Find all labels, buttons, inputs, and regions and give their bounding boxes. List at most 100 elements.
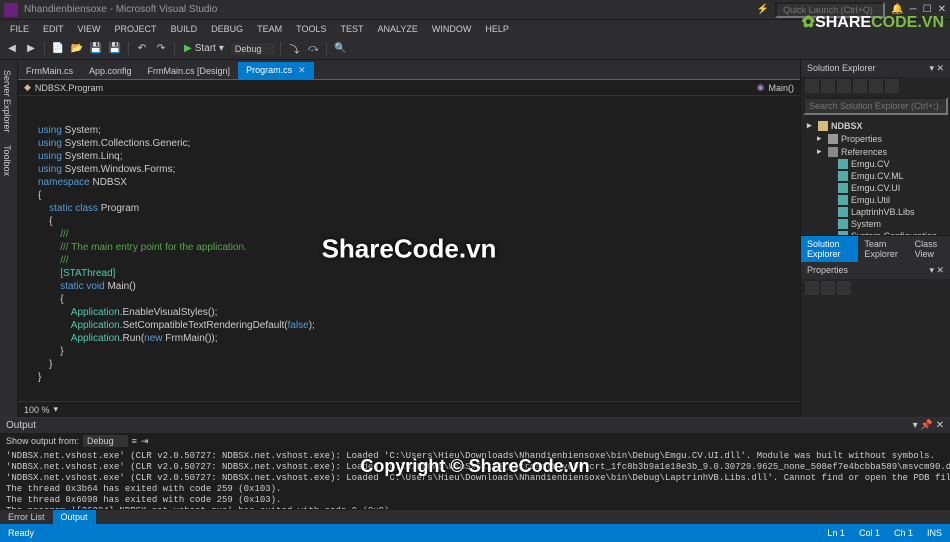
- vs-logo-icon: [4, 3, 18, 17]
- crumb-scope[interactable]: NDBSX.Program: [35, 83, 103, 93]
- crumb-member-icon: ◉: [757, 82, 765, 93]
- doc-tab[interactable]: App.config: [81, 63, 140, 79]
- toggle-wrap-icon[interactable]: ⇥: [141, 436, 149, 447]
- properties-icon[interactable]: [869, 79, 883, 93]
- output-source-combo[interactable]: Debug: [83, 435, 128, 447]
- zoom-value[interactable]: 100 %: [24, 405, 50, 415]
- redo-icon[interactable]: ↷: [153, 41, 169, 57]
- output-panel: Output ▾ 📌 ✕ Show output from: Debug ≡ ⇥…: [0, 417, 950, 509]
- doc-tab[interactable]: FrmMain.cs [Design]: [140, 63, 239, 79]
- panel-tab[interactable]: Class View: [909, 236, 950, 262]
- nav-fwd-icon[interactable]: ▶: [23, 41, 39, 57]
- zoom-bar[interactable]: 100 % ▾: [18, 401, 800, 417]
- preview-icon[interactable]: [885, 79, 899, 93]
- tree-label: Emgu.CV: [851, 159, 890, 169]
- asm-icon: [838, 219, 848, 229]
- menu-project[interactable]: PROJECT: [109, 22, 163, 36]
- menu-window[interactable]: WINDOW: [426, 22, 478, 36]
- output-body[interactable]: 'NDBSX.net.vshost.exe' (CLR v2.0.50727: …: [0, 449, 950, 509]
- status-col: Col 1: [859, 528, 880, 538]
- config-combo[interactable]: Debug: [231, 43, 276, 55]
- expand-icon[interactable]: ▸: [817, 133, 825, 144]
- menu-team[interactable]: TEAM: [251, 22, 288, 36]
- alphabetical-icon[interactable]: [821, 281, 835, 295]
- server-explorer-tab[interactable]: Server Explorer: [0, 64, 17, 139]
- step-over-icon[interactable]: ⤼: [305, 41, 321, 57]
- minimize-button[interactable]: ─: [910, 4, 917, 15]
- find-icon[interactable]: 🔍: [332, 41, 348, 57]
- expand-icon[interactable]: ▸: [807, 120, 815, 131]
- tree-node[interactable]: ▸ References: [801, 145, 950, 158]
- toolbox-tab[interactable]: Toolbox: [0, 139, 17, 182]
- open-icon[interactable]: 📂: [69, 41, 85, 57]
- menu-edit[interactable]: EDIT: [37, 22, 70, 36]
- new-project-icon[interactable]: 📄: [50, 41, 66, 57]
- panel-tab[interactable]: Team Explorer: [858, 236, 908, 262]
- solution-tree[interactable]: ▸ NDBSX▸Properties▸ References Emgu.CV Emgu.…: [801, 117, 950, 235]
- tree-label: Emgu.Util: [851, 195, 890, 205]
- menu-file[interactable]: FILE: [4, 22, 35, 36]
- bottom-tab[interactable]: Output: [53, 510, 96, 524]
- step-into-icon[interactable]: ⤵: [286, 41, 302, 57]
- events-icon[interactable]: [837, 281, 851, 295]
- solution-explorer-header: Solution Explorer ▾ ✕: [801, 60, 950, 77]
- dropdown-icon: ▾: [54, 404, 59, 415]
- left-tool-tabs: Server Explorer Toolbox: [0, 60, 18, 417]
- output-show-label: Show output from:: [6, 436, 79, 446]
- navigation-bar[interactable]: ◆ NDBSX.Program ◉ Main(): [18, 80, 800, 96]
- close-tab-icon[interactable]: ✕: [298, 65, 306, 75]
- tree-node[interactable]: LaptrinhVB.Libs: [801, 206, 950, 218]
- solution-search-input[interactable]: [803, 97, 948, 115]
- menu-debug[interactable]: DEBUG: [205, 22, 249, 36]
- start-debug-button[interactable]: ▶ Start ▾: [180, 43, 228, 54]
- toolbar: ◀ ▶ 📄 📂 💾 💾 ↶ ↷ ▶ Start ▾ Debug ⤵ ⤼ 🔍: [0, 38, 950, 60]
- tree-node[interactable]: Emgu.CV: [801, 158, 950, 170]
- status-ready: Ready: [8, 528, 34, 538]
- home-icon[interactable]: [805, 79, 819, 93]
- menu-view[interactable]: VIEW: [72, 22, 107, 36]
- tree-node[interactable]: Emgu.CV.UI: [801, 182, 950, 194]
- close-button[interactable]: ✕: [938, 4, 946, 15]
- code-editor[interactable]: using System;using System.Collections.Ge…: [18, 96, 800, 401]
- tree-label: NDBSX: [831, 121, 863, 131]
- menu-help[interactable]: HELP: [479, 22, 515, 36]
- tree-node[interactable]: ▸Properties: [801, 132, 950, 145]
- save-all-icon[interactable]: 💾: [107, 41, 123, 57]
- doc-tab[interactable]: FrmMain.cs: [18, 63, 81, 79]
- show-all-icon[interactable]: [853, 79, 867, 93]
- menu-analyze[interactable]: ANALYZE: [371, 22, 423, 36]
- document-tabs: FrmMain.csApp.configFrmMain.cs [Design]P…: [18, 60, 800, 80]
- crumb-scope-icon: ◆: [24, 82, 31, 93]
- refresh-icon[interactable]: [821, 79, 835, 93]
- notifications-icon[interactable]: 🔔: [891, 4, 903, 15]
- undo-icon[interactable]: ↶: [134, 41, 150, 57]
- quick-launch-input[interactable]: [775, 2, 885, 18]
- doc-tab[interactable]: Program.cs✕: [238, 62, 314, 79]
- status-ch: Ch 1: [894, 528, 913, 538]
- window-title: Nhandienbiensoxe - Microsoft Visual Stud…: [24, 4, 757, 15]
- menu-tools[interactable]: TOOLS: [290, 22, 332, 36]
- menu-build[interactable]: BUILD: [165, 22, 204, 36]
- tree-node[interactable]: Emgu.CV.ML: [801, 170, 950, 182]
- menu-test[interactable]: TEST: [334, 22, 369, 36]
- panel-dropdown-icon[interactable]: ▾ ✕: [929, 265, 944, 276]
- clear-icon[interactable]: ≡: [132, 436, 137, 446]
- categorized-icon[interactable]: [805, 281, 819, 295]
- tree-label: Emgu.CV.ML: [851, 171, 904, 181]
- expand-icon[interactable]: ▸: [817, 146, 825, 157]
- panel-controls[interactable]: ▾ 📌 ✕: [913, 420, 944, 431]
- tree-label: System: [851, 219, 881, 229]
- collapse-all-icon[interactable]: [837, 79, 851, 93]
- tree-node[interactable]: System: [801, 218, 950, 230]
- nav-back-icon[interactable]: ◀: [4, 41, 20, 57]
- panel-dropdown-icon[interactable]: ▾ ✕: [929, 63, 944, 74]
- crumb-member[interactable]: Main(): [768, 83, 794, 93]
- tree-node[interactable]: ▸ NDBSX: [801, 119, 950, 132]
- tree-node[interactable]: Emgu.Util: [801, 194, 950, 206]
- save-icon[interactable]: 💾: [88, 41, 104, 57]
- panel-tab[interactable]: Solution Explorer: [801, 236, 858, 262]
- maximize-button[interactable]: ☐: [923, 4, 932, 15]
- tree-label: Emgu.CV.UI: [851, 183, 900, 193]
- tree-label: References: [841, 147, 887, 157]
- bottom-tab[interactable]: Error List: [0, 510, 53, 524]
